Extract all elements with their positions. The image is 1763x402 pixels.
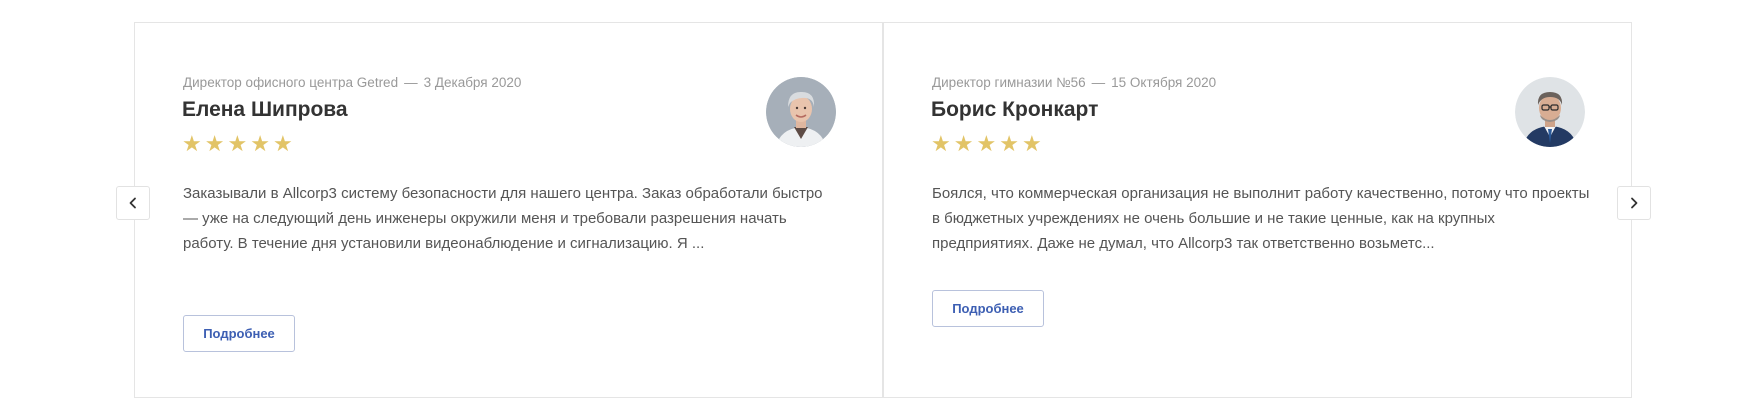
review-author-name: Елена Шипрова: [182, 98, 348, 121]
read-more-button[interactable]: Подробнее: [183, 315, 295, 352]
star-icon: ★: [931, 131, 951, 156]
man-portrait-icon: [1515, 77, 1585, 147]
review-card: Директор офисного центра Getred — 3 Декабр…: [134, 22, 883, 398]
review-text: Заказывали в Allcorp3 систему безопаснос…: [183, 185, 823, 252]
review-meta: Директор офисного центра Getred — 3 Декабр…: [183, 75, 521, 90]
chevron-left-icon: [129, 197, 136, 209]
star-icon: ★: [999, 131, 1019, 156]
review-date: 3 Декабря 2020: [423, 75, 522, 90]
review-date: 15 Октября 2020: [1111, 75, 1217, 90]
meta-separator: —: [404, 75, 418, 90]
star-icon: ★: [204, 131, 225, 156]
star-icon: ★: [250, 131, 270, 156]
star-icon: ★: [953, 131, 974, 156]
star-icon: ★: [976, 131, 997, 156]
review-author-position: Директор гимназии №56: [932, 75, 1086, 90]
reviews-slider: Директор офисного центра Getred — 3 Декабр…: [134, 22, 1634, 400]
slider-prev-button[interactable]: [116, 186, 150, 220]
star-icon: ★: [1021, 131, 1042, 156]
review-card: Директор гимназии №56 — 15 Октября 2020 Бо…: [883, 22, 1632, 398]
read-more-button[interactable]: Подробнее: [932, 290, 1044, 327]
meta-separator: —: [1091, 75, 1106, 90]
review-author-name: Борис Кронкарт: [931, 98, 1099, 121]
woman-portrait-icon: [766, 77, 836, 147]
review-author-position: Директор офисного центра Getred: [183, 75, 399, 90]
star-icon: ★: [227, 131, 248, 156]
review-meta: Директор гимназии №56 — 15 Октября 2020: [932, 75, 1216, 90]
slider-next-button[interactable]: [1617, 186, 1651, 220]
rating-stars: ★ ★ ★ ★ ★: [182, 133, 293, 155]
review-text: Боялся, что коммерческая организация не …: [932, 185, 1590, 252]
chevron-right-icon: [1631, 197, 1638, 209]
star-icon: ★: [272, 131, 293, 156]
rating-stars: ★ ★ ★ ★ ★: [931, 133, 1042, 155]
star-icon: ★: [182, 131, 202, 156]
